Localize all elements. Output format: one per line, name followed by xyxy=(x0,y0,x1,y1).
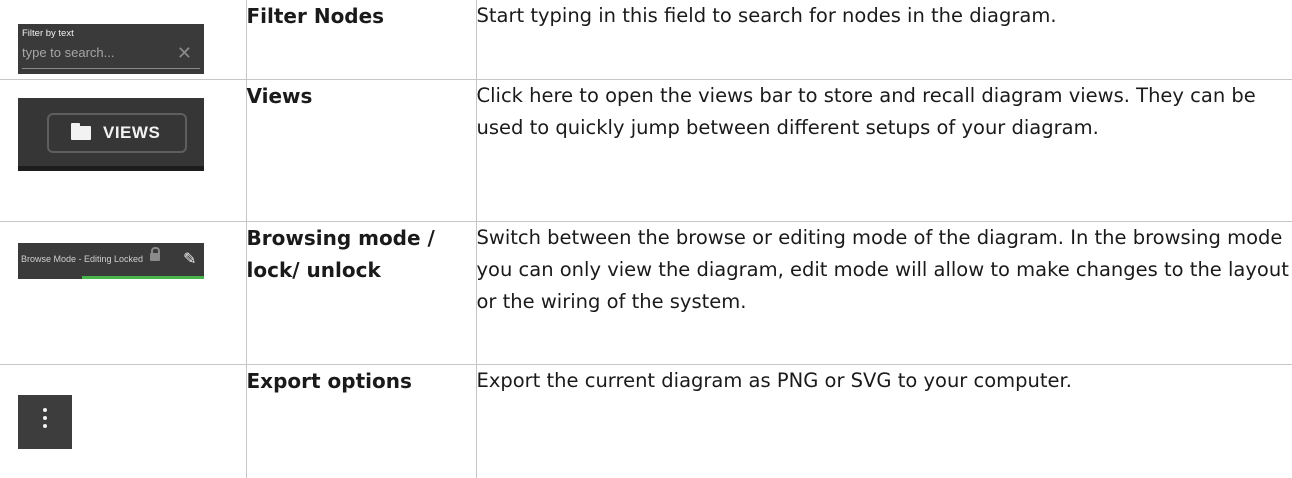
features-table: Filter by text type to search... ✕ Filte… xyxy=(0,0,1292,478)
description-cell: Start typing in this field to search for… xyxy=(475,0,1292,80)
thumbnail-cell: Filter by text type to search... ✕ xyxy=(0,0,247,80)
field-underline xyxy=(22,68,200,69)
thumbnail-cell: Browse Mode - Editing Locked ✎ xyxy=(0,220,247,365)
lock-icon xyxy=(150,246,160,261)
thumbnail-cell xyxy=(0,363,247,478)
table-row: Browse Mode - Editing Locked ✎ Browsing … xyxy=(0,220,1292,365)
filter-text-field-screenshot: Filter by text type to search... ✕ xyxy=(18,24,204,74)
more-vertical-icon xyxy=(43,407,47,432)
thumbnail-cell: VIEWS xyxy=(0,78,247,222)
filter-field-label: Filter by text xyxy=(22,28,74,39)
views-button-screenshot: VIEWS xyxy=(18,97,204,171)
table-row: VIEWS Views Click here to open the views… xyxy=(0,78,1292,222)
table-row: Export options Export the current diagra… xyxy=(0,363,1292,478)
folder-icon xyxy=(71,122,91,140)
views-button-label: VIEWS xyxy=(103,122,161,142)
mode-indicator-bar xyxy=(82,275,204,279)
description-cell: Click here to open the views bar to stor… xyxy=(475,78,1292,222)
toolbar-edge xyxy=(18,165,204,171)
filter-field-placeholder: type to search... xyxy=(22,45,115,60)
term-cell: Views xyxy=(245,78,477,222)
description-cell: Switch between the browse or editing mod… xyxy=(475,220,1292,365)
table-row: Filter by text type to search... ✕ Filte… xyxy=(0,0,1292,80)
close-icon: ✕ xyxy=(176,43,192,64)
browse-mode-status: Browse Mode - Editing Locked xyxy=(21,253,144,264)
term-cell: Browsing mode / lock/ unlock xyxy=(245,220,477,365)
description-cell: Export the current diagram as PNG or SVG… xyxy=(475,363,1292,478)
browse-mode-screenshot: Browse Mode - Editing Locked ✎ xyxy=(18,242,204,279)
term-cell: Filter Nodes xyxy=(245,0,477,80)
term-cell: Export options xyxy=(245,363,477,478)
views-button-outline: VIEWS xyxy=(47,112,187,153)
export-menu-screenshot xyxy=(18,394,72,449)
pencil-icon: ✎ xyxy=(183,248,197,268)
